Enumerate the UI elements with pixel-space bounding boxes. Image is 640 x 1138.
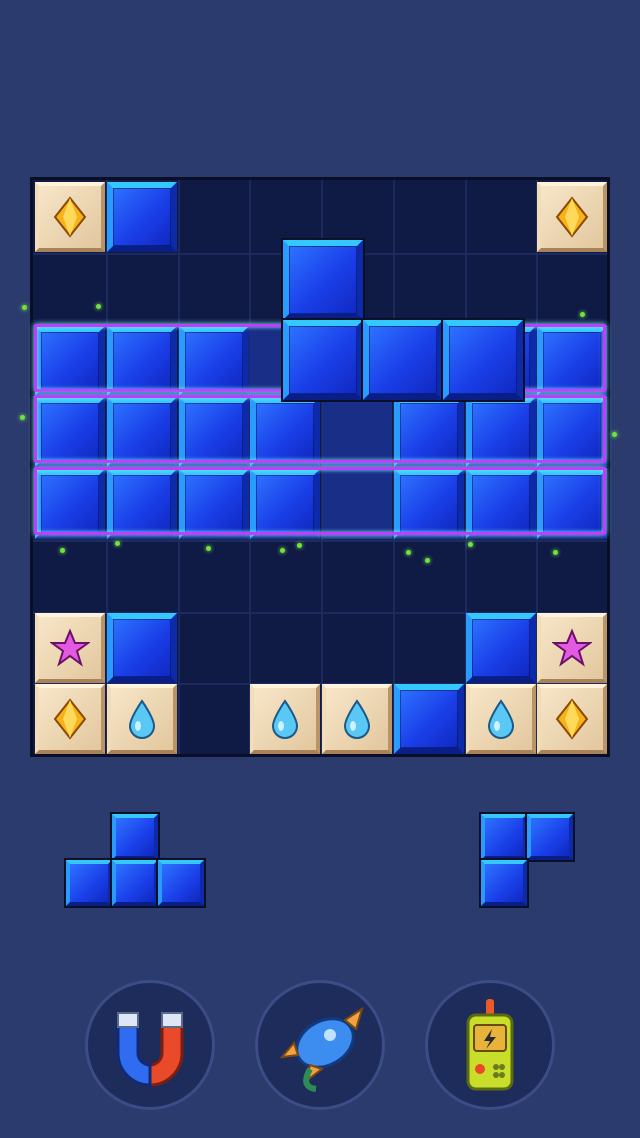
sparkle	[115, 541, 120, 546]
blue-block	[250, 397, 321, 468]
magnet-icon	[116, 1012, 184, 1087]
blue-block	[178, 397, 249, 468]
diamond-icon	[555, 698, 589, 740]
water-drop-icon	[343, 699, 371, 740]
sparkle	[425, 558, 430, 563]
dragging-block[interactable]	[281, 318, 365, 402]
blue-block	[537, 397, 608, 468]
star-tile	[537, 612, 608, 683]
blue-block	[465, 397, 536, 468]
blue-block	[106, 612, 177, 683]
diamond-icon	[53, 196, 87, 238]
blue-block	[178, 469, 249, 539]
blue-block	[35, 469, 105, 539]
diamond-tile	[537, 684, 608, 755]
sparkle	[406, 550, 411, 555]
sparkle	[22, 305, 27, 310]
dragging-block[interactable]	[441, 318, 525, 402]
tray-block[interactable]	[479, 812, 529, 862]
diamond-icon	[555, 196, 589, 238]
sparkle	[553, 550, 558, 555]
sparkle	[297, 543, 302, 548]
blue-block	[393, 397, 464, 468]
sparkle	[96, 304, 101, 309]
sparkle	[468, 542, 473, 547]
blue-block	[35, 325, 105, 396]
sparkle	[60, 548, 65, 553]
water-drop-icon	[487, 699, 514, 740]
tray-block[interactable]	[64, 858, 114, 908]
tray-block[interactable]	[479, 858, 529, 908]
diamond-tile	[35, 182, 105, 252]
dragging-block[interactable]	[281, 238, 365, 322]
star-icon	[552, 627, 593, 667]
diamond-icon	[53, 698, 87, 740]
blue-block	[465, 469, 536, 539]
walkie-talkie-button[interactable]	[425, 980, 555, 1110]
ghost-cell	[322, 397, 392, 468]
blue-block	[106, 469, 177, 539]
blue-block	[35, 397, 105, 468]
drop-tile	[250, 684, 321, 755]
dragging-block[interactable]	[361, 318, 445, 402]
blue-block	[250, 469, 321, 539]
drop-tile	[465, 684, 536, 755]
sparkle	[206, 546, 211, 551]
blue-block	[537, 469, 608, 539]
star-icon	[50, 627, 90, 667]
blue-block	[537, 325, 608, 396]
sparkle	[20, 415, 25, 420]
blue-block	[178, 325, 249, 396]
sparkle	[580, 312, 585, 317]
rocket-button[interactable]	[255, 980, 385, 1110]
blue-block	[393, 469, 464, 539]
blue-block	[106, 182, 177, 252]
blue-block	[393, 684, 464, 755]
diamond-tile	[35, 684, 105, 755]
water-drop-icon	[128, 699, 155, 740]
blue-block	[106, 397, 177, 468]
blue-block	[106, 325, 177, 396]
walkie-talkie-icon	[466, 999, 514, 1091]
tray-block[interactable]	[110, 812, 160, 862]
tray-block[interactable]	[156, 858, 206, 908]
tray-block[interactable]	[110, 858, 160, 908]
star-tile	[35, 612, 105, 683]
blue-block	[465, 612, 536, 683]
tray-block[interactable]	[525, 812, 575, 862]
drop-tile	[106, 684, 177, 755]
diamond-tile	[537, 182, 608, 252]
magnet-button[interactable]	[85, 980, 215, 1110]
water-drop-icon	[272, 699, 299, 740]
sparkle	[280, 548, 285, 553]
rocket-icon	[279, 1006, 364, 1092]
ghost-cell	[322, 469, 392, 539]
sparkle	[612, 432, 617, 437]
drop-tile	[322, 684, 392, 755]
